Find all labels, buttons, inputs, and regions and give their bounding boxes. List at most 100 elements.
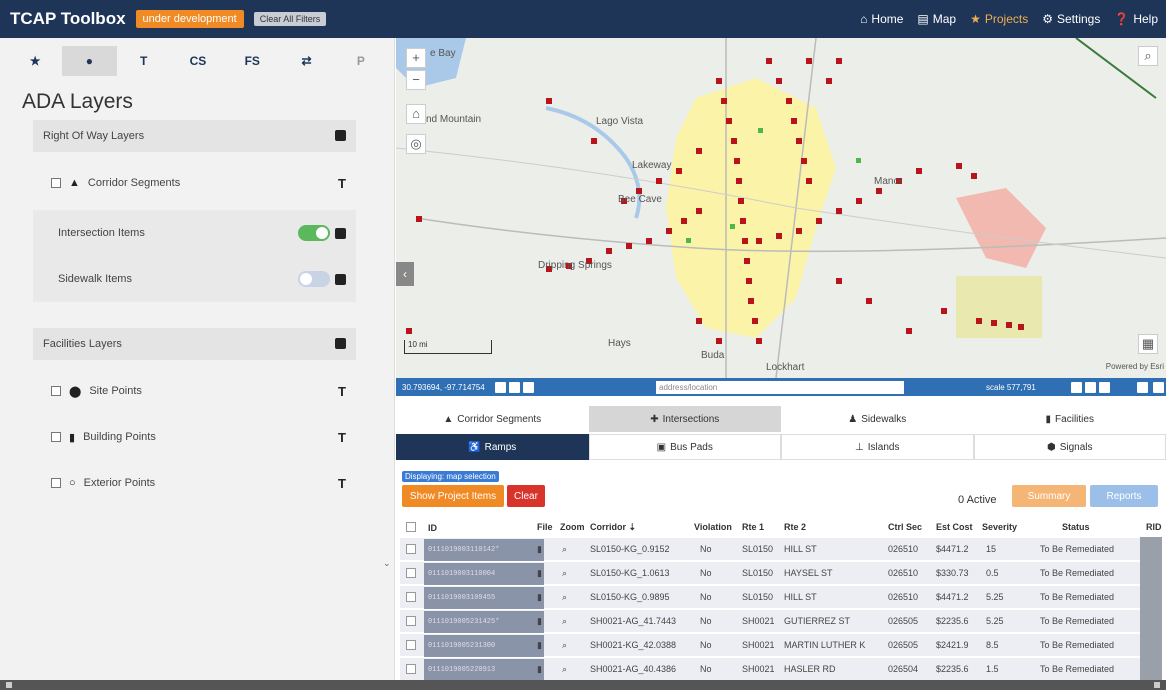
exterior-points-checkbox[interactable] bbox=[51, 478, 61, 488]
nav-projects[interactable]: ★ Projects bbox=[970, 12, 1028, 26]
table-row[interactable]: 0111019003110142* ▮ ⌕ SL0150-KG_0.9152 No SL0… bbox=[400, 537, 1162, 562]
zoom-in-button[interactable]: + bbox=[406, 48, 426, 68]
col-ctrl-sec[interactable]: Ctrl Sec bbox=[888, 522, 922, 532]
site-points-checkbox[interactable] bbox=[51, 386, 61, 396]
tab-corridor-segments[interactable]: ▲ Corridor Segments bbox=[396, 406, 589, 432]
scroll-down-icon[interactable]: ⌄ bbox=[383, 558, 391, 569]
layout-icon[interactable] bbox=[1071, 381, 1082, 393]
tab-p[interactable]: P bbox=[334, 46, 388, 76]
tab-cs[interactable]: CS bbox=[171, 46, 225, 76]
cell-id[interactable]: 0111019003109455 bbox=[424, 587, 544, 609]
col-violation[interactable]: Violation bbox=[694, 522, 732, 532]
building-points-checkbox[interactable] bbox=[51, 432, 61, 442]
tab-ramps[interactable]: ♿ Ramps bbox=[396, 434, 589, 460]
row-checkbox[interactable] bbox=[406, 664, 416, 674]
row-checkbox[interactable] bbox=[406, 616, 416, 626]
tab-favorites[interactable]: ★ bbox=[8, 46, 62, 76]
zoom-icon[interactable]: ⌕ bbox=[562, 544, 567, 555]
table-row[interactable]: 0111019003110004 ▮ ⌕ SL0150-KG_1.0613 No SL01… bbox=[400, 561, 1162, 586]
nav-map[interactable]: ▤ Map bbox=[917, 12, 956, 26]
row-checkbox[interactable] bbox=[406, 640, 416, 650]
row-checkbox[interactable] bbox=[406, 568, 416, 578]
zoom-icon[interactable]: ⌕ bbox=[562, 616, 567, 627]
zoom-out-button[interactable]: − bbox=[406, 70, 426, 90]
tab-facilities[interactable]: ▮ Facilities bbox=[974, 406, 1166, 432]
bottom-scrollbar[interactable] bbox=[0, 680, 1166, 690]
file-icon[interactable]: ▮ bbox=[537, 640, 542, 651]
expand-icon[interactable] bbox=[1153, 381, 1164, 393]
file-icon[interactable]: ▮ bbox=[537, 568, 542, 579]
section-facilities[interactable]: Facilities Layers bbox=[33, 328, 356, 360]
refresh-icon[interactable] bbox=[508, 381, 520, 393]
address-input[interactable]: address/location bbox=[656, 380, 904, 394]
cell-id[interactable]: 0111019005220913 bbox=[424, 659, 544, 681]
file-icon[interactable]: ▮ bbox=[537, 664, 542, 675]
file-icon[interactable]: ▮ bbox=[537, 544, 542, 555]
search-icon[interactable] bbox=[522, 381, 534, 393]
tab-islands[interactable]: ⊥ Islands bbox=[781, 434, 974, 460]
dot-icon[interactable] bbox=[1137, 381, 1148, 393]
zoom-icon[interactable]: ⌕ bbox=[562, 640, 567, 651]
app-brand[interactable]: TCAP Toolbox bbox=[10, 9, 126, 29]
tab-intersections[interactable]: ✚ Intersections bbox=[588, 406, 781, 432]
file-icon[interactable]: ▮ bbox=[537, 592, 542, 603]
expand-icon[interactable] bbox=[335, 273, 346, 285]
col-status[interactable]: Status bbox=[1062, 522, 1090, 532]
tab-bus-pads[interactable]: ▣ Bus Pads bbox=[588, 434, 781, 460]
expand-icon[interactable] bbox=[335, 130, 346, 141]
table-row[interactable]: 0111019005231425* ▮ ⌕ SH0021-AG_41.7443 No SH… bbox=[400, 609, 1162, 634]
collapse-sidebar-button[interactable]: ‹ bbox=[396, 262, 414, 286]
select-all-checkbox[interactable] bbox=[406, 522, 416, 532]
col-rte2[interactable]: Rte 2 bbox=[784, 522, 806, 532]
map-view[interactable]: Lago Vista nd Mountain Lakeway Bee Cave … bbox=[396, 38, 1166, 378]
row-checkbox[interactable] bbox=[406, 544, 416, 554]
row-checkbox[interactable] bbox=[406, 592, 416, 602]
reports-button[interactable]: Reports bbox=[1090, 485, 1158, 507]
zoom-icon[interactable]: ⌕ bbox=[562, 664, 567, 675]
tab-filter[interactable]: T bbox=[117, 46, 171, 76]
measure-icon[interactable]: ⌕ bbox=[1138, 46, 1158, 66]
settings-icon[interactable] bbox=[1099, 381, 1110, 393]
tab-fs[interactable]: FS bbox=[225, 46, 279, 76]
summary-button[interactable]: Summary bbox=[1012, 485, 1086, 507]
copy-icon[interactable] bbox=[494, 381, 506, 393]
basemap-grid-icon[interactable]: ▦ bbox=[1138, 334, 1158, 354]
cell-id[interactable]: 0111019005231425* bbox=[424, 611, 544, 633]
section-right-of-way[interactable]: Right Of Way Layers bbox=[33, 120, 356, 152]
cell-id[interactable]: 0111019003110142* bbox=[424, 539, 544, 561]
clear-button[interactable]: Clear bbox=[507, 485, 545, 507]
col-rid[interactable]: RID bbox=[1146, 522, 1162, 532]
file-icon[interactable]: ▮ bbox=[537, 616, 542, 627]
expand-icon[interactable] bbox=[335, 227, 346, 239]
zoom-icon[interactable]: ⌕ bbox=[562, 592, 567, 603]
tab-sidewalks[interactable]: ♟ Sidewalks bbox=[781, 406, 974, 432]
col-id[interactable]: ID bbox=[424, 517, 544, 539]
locate-icon[interactable]: ◎ bbox=[406, 134, 426, 154]
scroll-right-icon[interactable] bbox=[1154, 682, 1160, 688]
sidewalk-items-toggle[interactable] bbox=[298, 271, 330, 287]
map-canvas[interactable] bbox=[396, 38, 1166, 378]
nav-settings[interactable]: ⚙ Settings bbox=[1042, 12, 1100, 26]
zoom-icon[interactable]: ⌕ bbox=[562, 568, 567, 579]
scroll-left-icon[interactable] bbox=[6, 682, 12, 688]
expand-icon[interactable] bbox=[335, 338, 346, 349]
cell-id[interactable]: 0111019003110004 bbox=[424, 563, 544, 585]
table-row[interactable]: 0111019005231300 ▮ ⌕ SH0021-KG_42.0388 No SH0… bbox=[400, 633, 1162, 658]
tab-signals[interactable]: ⬢ Signals bbox=[973, 434, 1166, 460]
filter-icon[interactable]: T bbox=[338, 476, 346, 491]
filter-icon[interactable]: T bbox=[338, 384, 346, 399]
clear-all-filters-button[interactable]: Clear All Filters bbox=[253, 12, 327, 26]
nav-help[interactable]: ❓ Help bbox=[1114, 12, 1158, 26]
corridor-segments-checkbox[interactable] bbox=[51, 178, 61, 188]
tab-swap[interactable]: ⇄ bbox=[279, 46, 333, 76]
intersection-items-toggle[interactable] bbox=[298, 225, 330, 241]
filter-icon[interactable]: T bbox=[338, 430, 346, 445]
table-row[interactable]: 0111019003109455 ▮ ⌕ SL0150-KG_0.9895 No SL01… bbox=[400, 585, 1162, 610]
table-icon[interactable] bbox=[1085, 381, 1096, 393]
col-corridor[interactable]: Corridor ⇣ bbox=[590, 522, 636, 533]
nav-home[interactable]: ⌂ Home bbox=[860, 12, 903, 26]
cell-id[interactable]: 0111019005231300 bbox=[424, 635, 544, 657]
col-est-cost[interactable]: Est Cost bbox=[936, 522, 973, 532]
home-extent-icon[interactable]: ⌂ bbox=[406, 104, 426, 124]
table-row[interactable]: 0111019005220913 ▮ ⌕ SH0021-AG_40.4386 No SH0… bbox=[400, 657, 1162, 682]
